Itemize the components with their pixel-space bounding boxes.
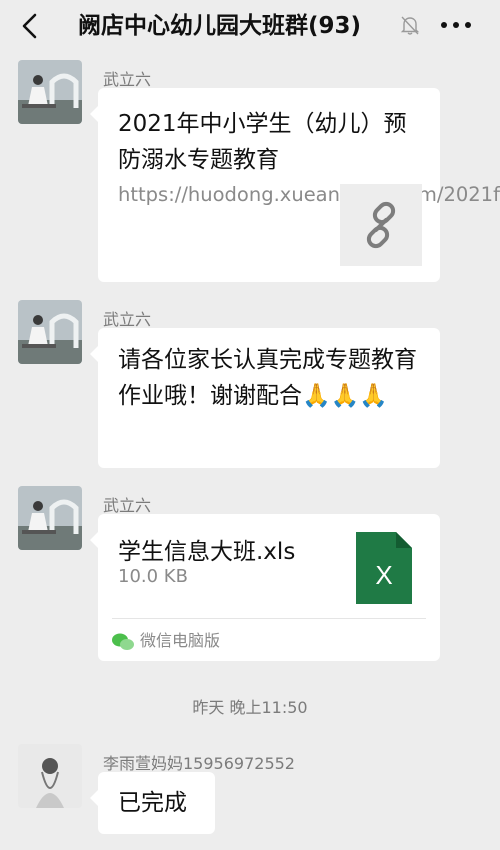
excel-file-icon: X [356,532,412,604]
timestamp: 昨天 晚上11:50 [192,698,308,717]
message-text: 请各位家长认真完成专题教育作业哦！谢谢配合🙏🙏🙏 [118,347,417,409]
sender-avatar[interactable] [18,300,82,364]
file-size: 10.0 KB [118,566,188,587]
sender-name: 武立六 [103,70,152,89]
file-source-label: 微信电脑版 [140,631,221,650]
link-thumbnail [340,184,422,266]
muted-bell-icon [400,16,420,35]
divider [112,618,426,619]
link-url: https://huodong.xueanquan.com/2021fns/yi… [118,183,500,206]
link-icon [366,201,396,249]
sender-avatar[interactable] [18,60,82,124]
sender-avatar[interactable] [18,486,82,550]
file-source: 微信电脑版 [112,629,220,653]
wechat-icon [112,633,134,650]
text-message-bubble[interactable]: 请各位家长认真完成专题教育作业哦！谢谢配合🙏🙏🙏 [90,328,440,468]
sender-name: 李雨萱妈妈15956972552 [103,754,295,773]
back-arrow-icon[interactable] [14,8,50,44]
file-name: 学生信息大班.xls [118,539,296,565]
sender-name: 武立六 [103,310,152,329]
more-options-icon[interactable] [436,10,476,40]
message-text: 已完成 [118,790,187,816]
text-message-bubble[interactable]: 已完成 [90,772,215,834]
file-icon-letter: X [375,560,392,590]
link-title: 2021年中小学生（幼儿）预防溺水专题教育 [118,111,407,173]
link-card[interactable]: 2021年中小学生（幼儿）预防溺水专题教育 https://huodong.xu… [90,88,500,282]
chat-header: 阙店中心幼儿园大班群(93) [0,0,500,54]
message-list: 武立六 2021年中小学生（幼儿）预防溺水专题教育 https://huodon… [0,54,500,850]
file-card[interactable]: 学生信息大班.xls 10.0 KB X 微信电脑版 [90,514,440,661]
chat-title: 阙店中心幼儿园大班群(93) [78,13,362,39]
sender-avatar[interactable] [18,744,82,808]
sender-name: 武立六 [103,496,152,515]
